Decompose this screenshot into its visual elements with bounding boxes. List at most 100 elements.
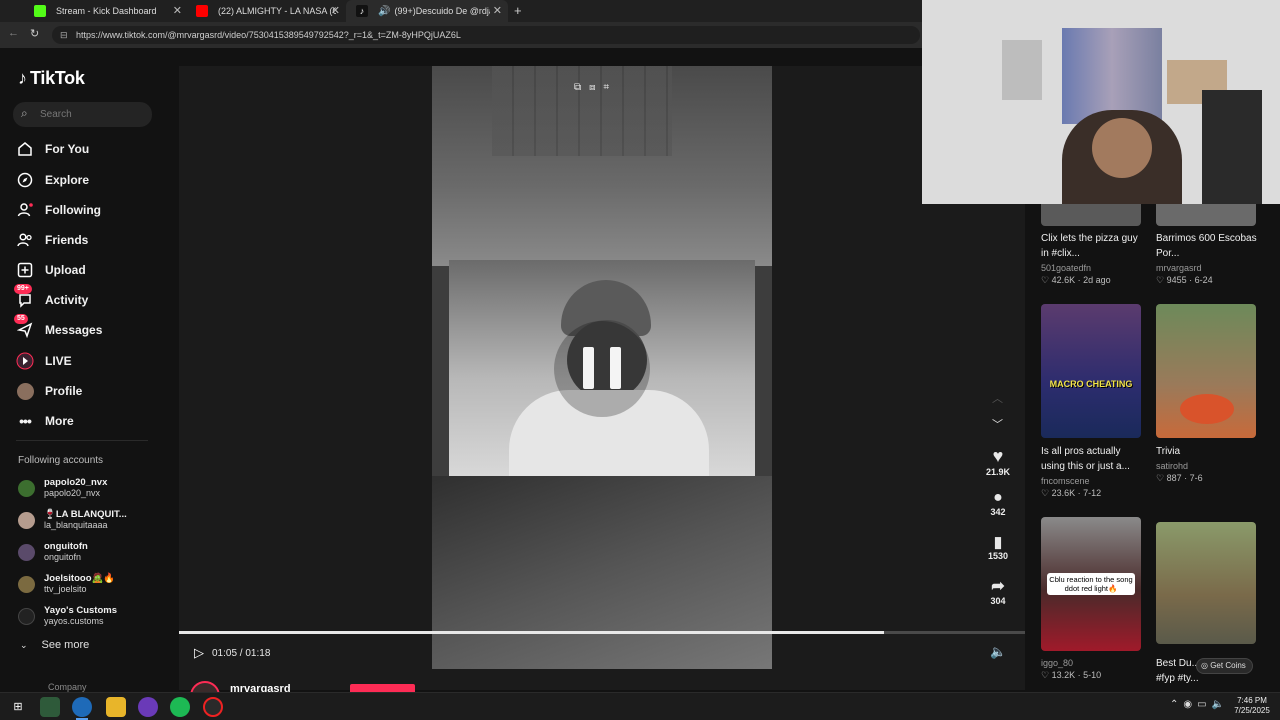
tab-title: Stream - Kick Dashboard bbox=[56, 6, 157, 16]
account-item[interactable]: Yayo's Customs yayos.customs bbox=[18, 602, 117, 630]
windows-start-icon[interactable]: ⊞ bbox=[8, 697, 28, 717]
account-name: Yayo's Customs bbox=[44, 605, 118, 616]
new-tab-button[interactable]: + bbox=[514, 3, 522, 18]
recommended-card[interactable]: iggo_80 ♡ 13.2K · 5-10 bbox=[1041, 658, 1147, 681]
speaker-icon[interactable]: 🔊 bbox=[378, 6, 390, 17]
pizza-graphic bbox=[1180, 394, 1234, 424]
following-icon bbox=[16, 201, 34, 219]
account-handle: papolo20_nvx bbox=[44, 488, 101, 498]
progress-fill bbox=[179, 631, 884, 634]
nav-live[interactable]: LIVE bbox=[16, 349, 72, 373]
nav-upload[interactable]: Upload bbox=[16, 258, 86, 282]
recommended-card[interactable]: Clix lets the pizza guy in #clix... 501g… bbox=[1041, 231, 1145, 286]
url-field[interactable]: ⊟ https://www.tiktok.com/@mrvargasrd/vid… bbox=[52, 26, 920, 44]
comment-count: 342 bbox=[990, 507, 1006, 517]
nav-more[interactable]: ••• More bbox=[16, 409, 74, 433]
browser-tab-kick[interactable]: Stream - Kick Dashboard ✕ bbox=[24, 0, 188, 22]
video-thumbnail[interactable]: Cblu reaction to the song ddot red light… bbox=[1041, 517, 1141, 651]
card-stats: 9455 · 6-24 bbox=[1166, 275, 1213, 285]
clock[interactable]: 7:46 PM 7/25/2025 bbox=[1232, 696, 1272, 716]
back-icon[interactable]: ← bbox=[8, 27, 19, 39]
nav-messages[interactable]: 55 Messages bbox=[14, 314, 103, 342]
video-frame[interactable]: ⧉⧈⌗ bbox=[432, 66, 772, 669]
recommended-card[interactable]: Barrimos 600 Escobas Por... mrvargasrd ♡… bbox=[1156, 231, 1260, 286]
video-thumbnail[interactable] bbox=[1041, 204, 1141, 226]
account-name: Joelsitooo🧟🔥 bbox=[44, 573, 116, 584]
card-title: Trivia bbox=[1156, 446, 1181, 457]
nav-following[interactable]: Following bbox=[16, 198, 101, 222]
like-action[interactable]: ♥ 21.9K bbox=[981, 446, 1015, 477]
spotify-icon[interactable] bbox=[170, 697, 190, 717]
card-stats: 23.6K · 7-12 bbox=[1051, 488, 1102, 498]
streamer-face bbox=[1092, 118, 1152, 178]
nav-label: Messages bbox=[45, 323, 103, 337]
account-item[interactable]: 🍷LA BLANQUIT... la_blanquitaaaa bbox=[18, 506, 127, 534]
video-thumbnail[interactable] bbox=[1156, 204, 1256, 226]
browser-tab-youtube[interactable]: (22) ALMIGHTY - LA NASA (OFFIC ✕ bbox=[186, 0, 346, 22]
clock-date: 7/25/2025 bbox=[1234, 706, 1270, 715]
search-input[interactable]: ⌕ Search bbox=[13, 102, 152, 127]
search-icon: ⌕ bbox=[21, 106, 28, 120]
video-thumbnail[interactable] bbox=[1156, 304, 1256, 438]
close-icon[interactable]: ✕ bbox=[331, 4, 340, 17]
heart-icon: ♡ bbox=[1156, 473, 1167, 483]
heart-icon: ♡ bbox=[1156, 275, 1167, 285]
card-author: 501goatedfn bbox=[1041, 263, 1092, 273]
heart-icon: ♡ bbox=[1041, 275, 1052, 285]
chevron-up-icon[interactable]: ︿ bbox=[992, 390, 1003, 406]
card-author: mrvargasrd bbox=[1156, 263, 1202, 273]
tiktok-logo[interactable]: ♪ TikTok bbox=[18, 68, 85, 89]
divider bbox=[16, 440, 148, 441]
company-link[interactable]: Company bbox=[48, 682, 87, 692]
browser-tab-tiktok[interactable]: ♪ 🔊 (99+)Descuido De @rdjavi ✕ bbox=[346, 0, 508, 22]
nav-friends[interactable]: Friends bbox=[16, 228, 88, 252]
share-count: 304 bbox=[990, 596, 1006, 606]
nav-for-you[interactable]: For You bbox=[16, 137, 89, 161]
nav-explore[interactable]: Explore bbox=[16, 168, 89, 192]
webcam-overlay bbox=[922, 0, 1280, 204]
close-icon[interactable]: ✕ bbox=[493, 4, 502, 17]
folder-icon[interactable] bbox=[106, 697, 126, 717]
terminal-icon[interactable] bbox=[40, 697, 60, 717]
video-thumbnail[interactable] bbox=[1156, 522, 1256, 644]
progress-track[interactable] bbox=[179, 631, 1025, 634]
youtube-icon bbox=[196, 5, 208, 17]
pause-overlay[interactable] bbox=[554, 321, 650, 417]
nav-label: For You bbox=[45, 142, 90, 156]
nav-label: Upload bbox=[45, 263, 86, 277]
chevron-down-icon[interactable]: ﹀ bbox=[992, 416, 1003, 432]
video-overlay-icons[interactable]: ⧉⧈⌗ bbox=[574, 82, 617, 93]
heart-icon: ♡ bbox=[1041, 488, 1052, 498]
video-thumbnail[interactable]: MACRO CHEATING bbox=[1041, 304, 1141, 438]
search-placeholder: Search bbox=[40, 109, 72, 120]
follow-button[interactable] bbox=[350, 684, 415, 692]
nav-label: More bbox=[45, 414, 74, 428]
reload-icon[interactable]: ↻ bbox=[30, 27, 39, 40]
account-item[interactable]: Joelsitooo🧟🔥 ttv_joelsito bbox=[18, 570, 115, 598]
close-icon[interactable]: ✕ bbox=[173, 4, 182, 17]
recommended-card[interactable]: Is all pros actually using this or just … bbox=[1041, 444, 1147, 499]
play-icon[interactable]: ▷ bbox=[194, 645, 204, 661]
share-action[interactable]: ➦ 304 bbox=[981, 576, 1015, 606]
account-handle: yayos.customs bbox=[44, 616, 104, 626]
thumbnail-caption: MACRO CHEATING bbox=[1049, 379, 1133, 389]
edge-icon[interactable] bbox=[72, 697, 92, 717]
comment-action[interactable]: ● 342 bbox=[981, 489, 1015, 517]
nav-label: LIVE bbox=[45, 354, 72, 368]
taskbar: ⊞ ⌃◉▭🔈 7:46 PM 7/25/2025 bbox=[0, 692, 1280, 720]
discord-icon[interactable] bbox=[138, 697, 158, 717]
save-action[interactable]: ▮ 1530 bbox=[981, 533, 1015, 561]
obs-icon[interactable] bbox=[203, 697, 223, 717]
get-coins-button[interactable]: ◎ Get Coins bbox=[1196, 658, 1253, 674]
account-item[interactable]: onguitofn onguitofn bbox=[18, 538, 88, 566]
volume-icon[interactable]: 🔈 bbox=[990, 644, 1006, 660]
nav-label: Profile bbox=[45, 384, 83, 398]
nav-activity[interactable]: 99+ Activity bbox=[14, 284, 88, 312]
card-stats: 13.2K · 5-10 bbox=[1051, 670, 1102, 680]
account-handle: onguitofn bbox=[44, 552, 82, 562]
see-more-button[interactable]: ⌄ See more bbox=[20, 639, 89, 651]
account-item[interactable]: papolo20_nvx papolo20_nvx bbox=[18, 474, 107, 502]
nav-profile[interactable]: Profile bbox=[16, 379, 82, 403]
recommended-card[interactable]: Trivia satirohd ♡ 887 · 7-6 bbox=[1156, 444, 1260, 484]
system-tray-icons[interactable]: ⌃◉▭🔈 bbox=[1170, 699, 1229, 710]
